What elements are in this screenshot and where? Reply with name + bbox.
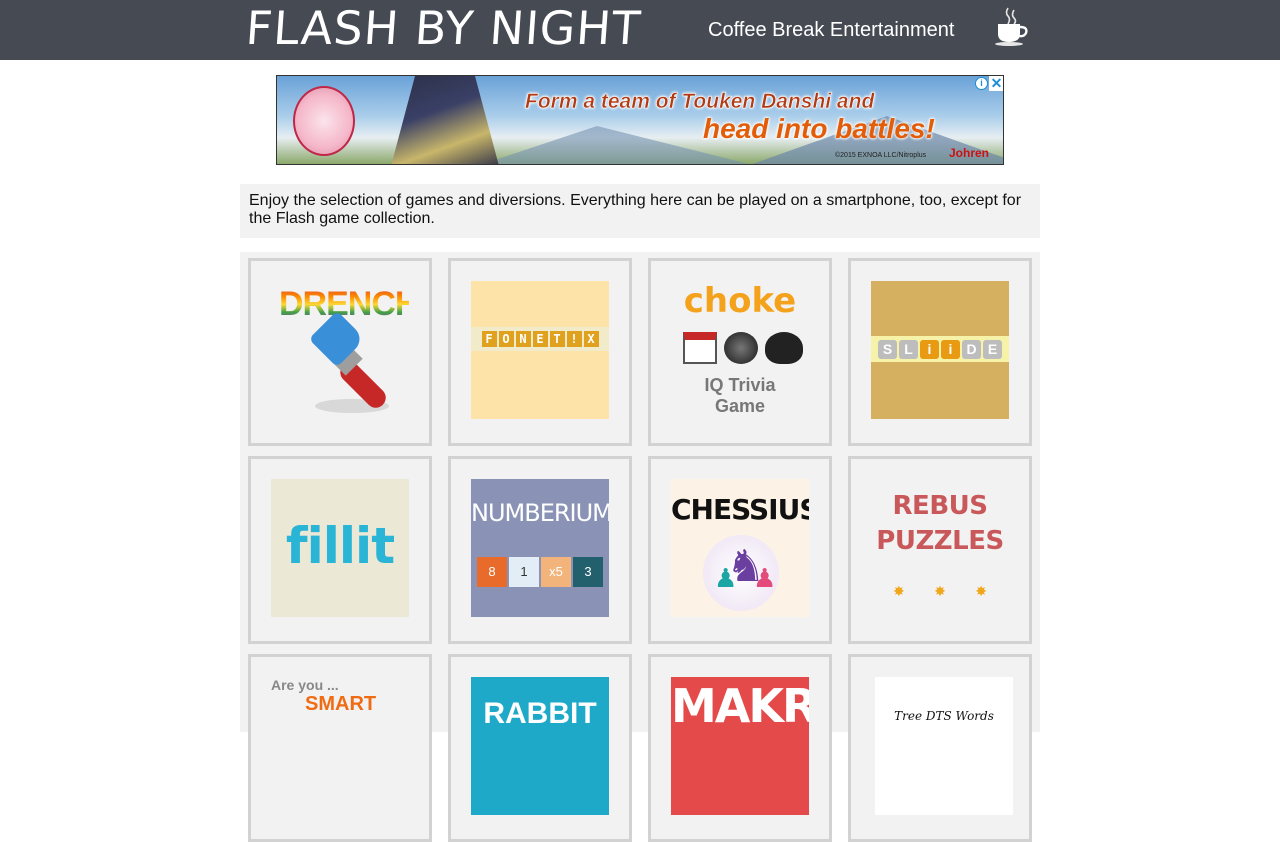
game-tile-chessius[interactable]: CHESSIUS ♟ ♟ ♞ — [648, 456, 832, 644]
treewords-title: Tree DTS Words — [894, 709, 994, 723]
slide-letter: L — [899, 339, 918, 359]
fonetix-letter: N — [515, 331, 531, 347]
slide-letter-bar: S L i i D E — [871, 336, 1009, 362]
ad-brand-logo: Johren — [949, 146, 990, 160]
choke-thumbnail: choke IQ Trivia Game — [671, 281, 809, 419]
site-tagline: Coffee Break Entertainment — [708, 19, 955, 41]
rebus-title-line2: PUZZLES — [876, 526, 1004, 556]
star-icon: ✸ — [934, 583, 946, 599]
fonetix-letter: E — [532, 331, 548, 347]
fonetix-thumbnail: F O N E T ! X — [471, 281, 609, 419]
game-tile-makr[interactable]: MAKR — [648, 654, 832, 842]
choke-icons — [683, 329, 803, 367]
numberium-thumbnail: NUMBERIUM 8 1 x5 3 — [471, 479, 609, 617]
ad-headline: Form a team of Touken Danshi and — [525, 90, 875, 114]
rebus-title-line1: REBUS — [892, 491, 988, 521]
numberium-cell: 3 — [573, 557, 603, 587]
numberium-cell: 1 — [509, 557, 539, 587]
slide-letter: i — [941, 339, 960, 359]
areyousmart-line2: SMART — [305, 693, 377, 715]
fonetix-letter: F — [481, 331, 497, 347]
fonetix-letter-bar: F O N E T ! X — [471, 327, 609, 351]
choke-subtitle: IQ Trivia Game — [671, 375, 809, 417]
ad-info-icon[interactable]: i — [975, 77, 988, 90]
makr-title: MAKR — [671, 679, 809, 733]
rebus-thumbnail: REBUS PUZZLES ✸ ✸ ✸ — [871, 479, 1009, 617]
choke-title: choke — [683, 281, 797, 321]
site-logo[interactable]: FLASH BY NIGHT — [244, 1, 643, 55]
chess-knight-icon: ♞ — [726, 542, 766, 591]
ad-subheadline: head into battles! — [703, 113, 935, 144]
ad-close-icon[interactable]: ✕ — [989, 76, 1003, 91]
ad-character-illustration — [391, 76, 499, 164]
chessius-thumbnail: CHESSIUS ♟ ♟ ♞ — [671, 479, 809, 617]
chessius-title: CHESSIUS — [671, 493, 809, 526]
game-tile-fonetix[interactable]: F O N E T ! X — [448, 258, 632, 446]
slide-letter: E — [983, 339, 1002, 359]
fonetix-letter: T — [549, 331, 565, 347]
game-tile-fillit[interactable]: fillit — [248, 456, 432, 644]
site-header: FLASH BY NIGHT Coffee Break Entertainmen… — [0, 0, 1280, 60]
slide-letter: S — [878, 339, 897, 359]
rebus-stars: ✸ ✸ ✸ — [893, 583, 987, 600]
game-tile-treewords[interactable]: Tree DTS Words — [848, 654, 1032, 842]
star-icon: ✸ — [975, 583, 987, 599]
game-tile-rebus[interactable]: REBUS PUZZLES ✸ ✸ ✸ — [848, 456, 1032, 644]
areyousmart-line1: Are you ... — [271, 677, 339, 693]
makr-thumbnail: MAKR — [671, 677, 809, 815]
cat-icon — [765, 332, 803, 364]
rabbit-thumbnail: RABBIT — [471, 677, 609, 815]
film-reel-icon — [724, 332, 758, 364]
game-grid: DRENCH F O N E T ! X choke IQ Trivia Gam… — [240, 252, 1040, 842]
fonetix-letter: ! — [566, 331, 582, 347]
intro-text: Enjoy the selection of games and diversi… — [240, 184, 1040, 238]
fillit-title: fillit — [285, 517, 395, 575]
coffee-cup-icon — [995, 7, 1028, 46]
game-tile-slide[interactable]: S L i i D E — [848, 258, 1032, 446]
rabbit-title: RABBIT — [483, 697, 597, 730]
calendar-icon — [683, 332, 717, 364]
treewords-thumbnail: Tree DTS Words — [875, 677, 1013, 815]
game-tile-rabbit[interactable]: RABBIT — [448, 654, 632, 842]
numberium-title: NUMBERIUM — [471, 499, 609, 527]
numberium-cells: 8 1 x5 3 — [477, 557, 603, 587]
star-icon: ✸ — [893, 583, 905, 599]
areyousmart-thumbnail: Are you ... SMART — [271, 677, 409, 815]
game-tile-numberium[interactable]: NUMBERIUM 8 1 x5 3 — [448, 456, 632, 644]
slide-letter: i — [920, 339, 939, 359]
ad-banner[interactable]: Form a team of Touken Danshi and head in… — [276, 75, 1004, 165]
slide-letter: D — [962, 339, 981, 359]
game-tile-areyousmart[interactable]: Are you ... SMART — [248, 654, 432, 842]
ad-copyright: ©2015 EXNOA LLC/Nitroplus — [835, 152, 927, 159]
drench-thumbnail: DRENCH — [271, 281, 409, 419]
game-tile-drench[interactable]: DRENCH — [248, 258, 432, 446]
numberium-cell: 8 — [477, 557, 507, 587]
rebus-title: REBUS PUZZLES — [871, 489, 1009, 559]
choke-subtitle-line2: Game — [714, 396, 766, 416]
numberium-cell: x5 — [541, 557, 571, 587]
fonetix-letter: X — [583, 331, 599, 347]
choke-subtitle-line1: IQ Trivia — [704, 375, 776, 395]
slide-thumbnail: S L i i D E — [871, 281, 1009, 419]
fillit-thumbnail: fillit — [271, 479, 409, 617]
fonetix-letter: O — [498, 331, 514, 347]
ad-game-badge — [293, 86, 355, 156]
game-tile-choke[interactable]: choke IQ Trivia Game — [648, 258, 832, 446]
